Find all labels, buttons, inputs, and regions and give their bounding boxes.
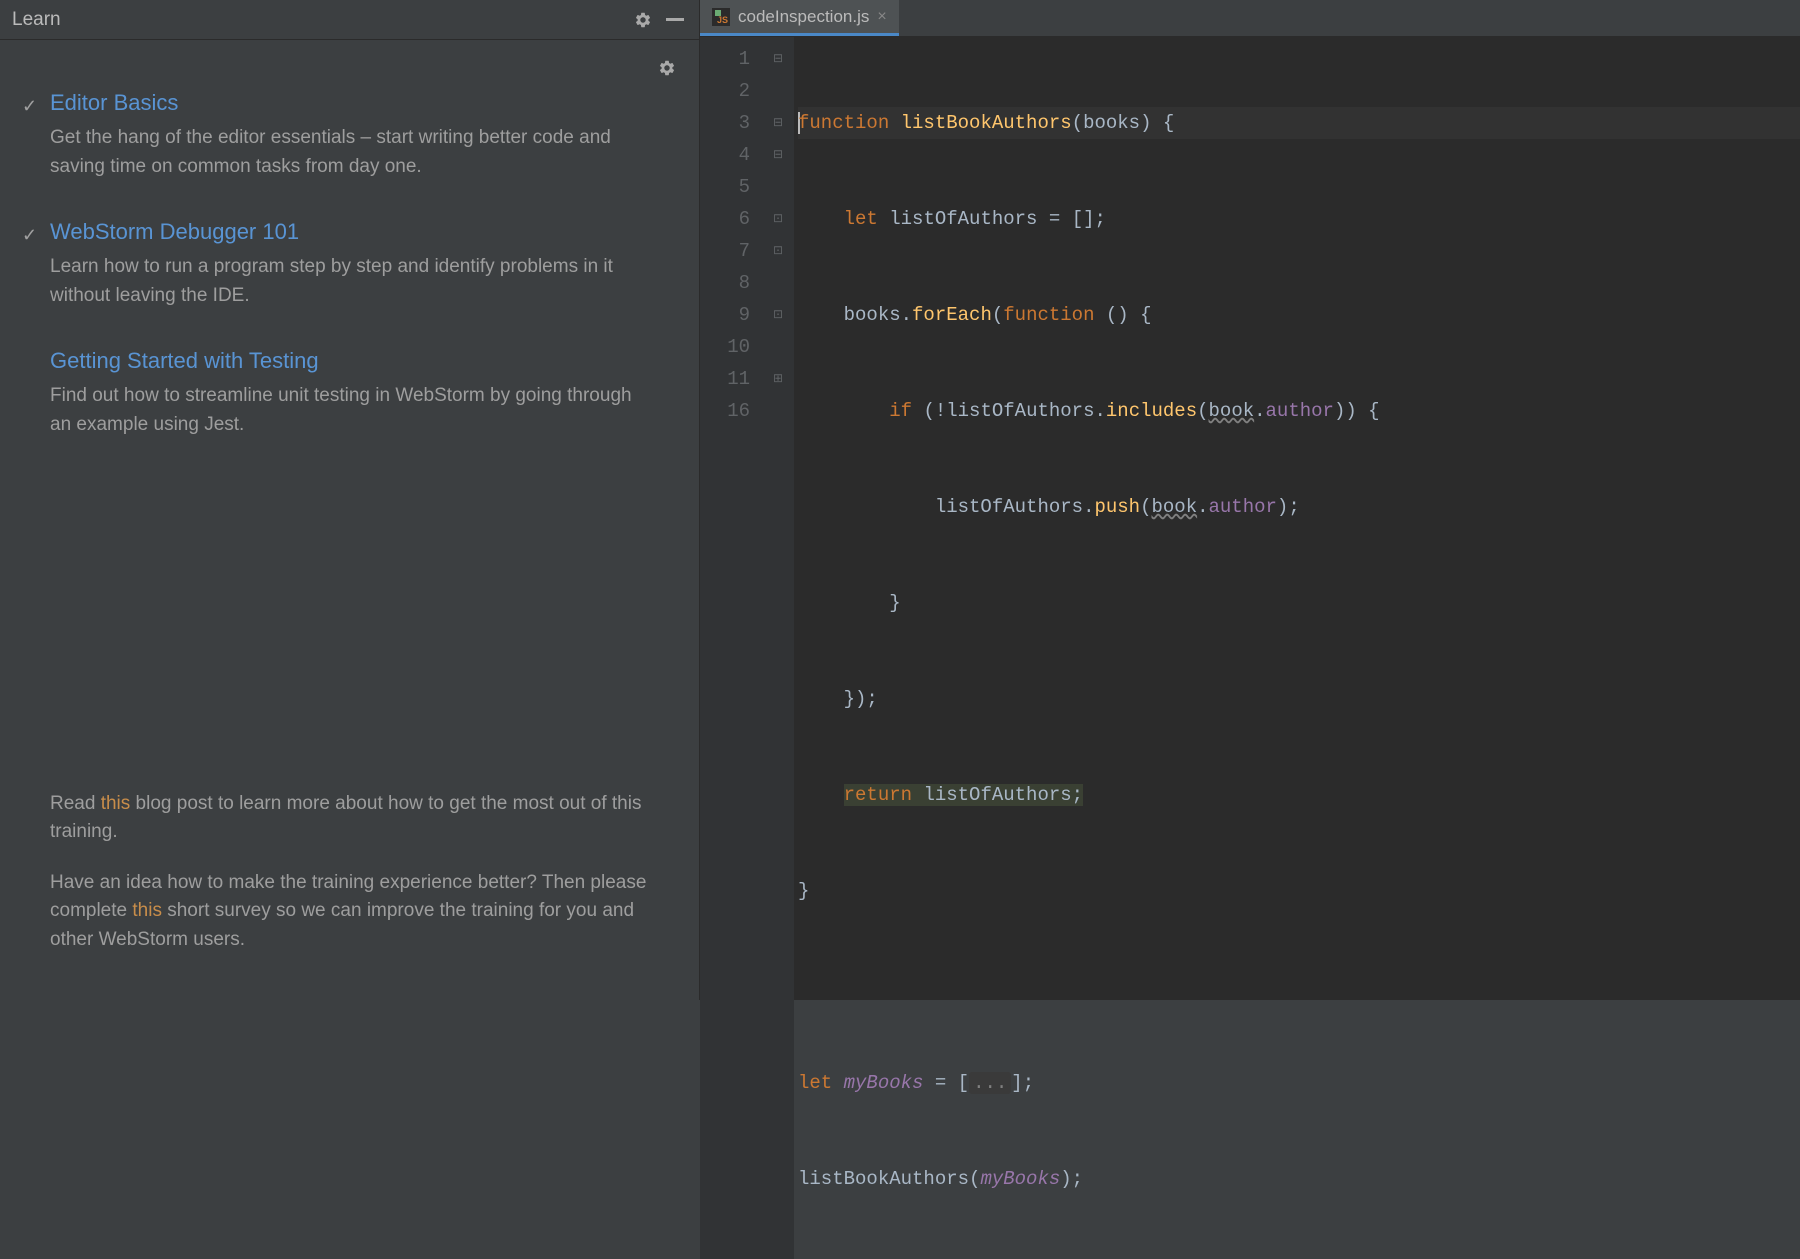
- gutter: 1 2 3 4 5 6 7 8 9 10 11 16 ⊟ ⊟ ⊟ ⊡ ⊡: [700, 37, 794, 1259]
- code-line: listOfAuthors.push(book.author);: [798, 491, 1800, 523]
- editor-tab[interactable]: JS codeInspection.js ×: [700, 0, 899, 36]
- settings-icon[interactable]: [631, 8, 655, 32]
- fold-marker-icon[interactable]: ⊟: [770, 43, 786, 75]
- code-line: let listOfAuthors = [];: [798, 203, 1800, 235]
- fold-marker-icon[interactable]: ⊟: [770, 139, 786, 171]
- line-number: 3: [700, 107, 770, 139]
- line-number: 1: [700, 43, 770, 75]
- footer-para-1: Read this blog post to learn more about …: [50, 790, 649, 847]
- code-line: return listOfAuthors;: [798, 779, 1800, 811]
- code-line: }: [798, 587, 1800, 619]
- editor-tab-bar: JS codeInspection.js ×: [700, 0, 1800, 37]
- lesson-description: Find out how to streamline unit testing …: [50, 382, 649, 439]
- learn-header: Learn: [0, 0, 699, 40]
- code-line: listBookAuthors(myBooks);: [798, 1163, 1800, 1195]
- checkmark-icon: ✓: [22, 225, 37, 246]
- code-line: if (!listOfAuthors.includes(book.author)…: [798, 395, 1800, 427]
- lesson-item: ✓ Editor Basics Get the hang of the edit…: [50, 90, 649, 181]
- editor-area: JS codeInspection.js × 1 2 3 4 5 6 7 8 9…: [700, 0, 1800, 1000]
- line-number: 6: [700, 203, 770, 235]
- lesson-title-link[interactable]: WebStorm Debugger 101: [50, 219, 649, 245]
- line-number: 10: [700, 331, 770, 363]
- secondary-toolbar: [0, 40, 699, 80]
- line-number: 4: [700, 139, 770, 171]
- fold-expand-icon[interactable]: ⊞: [770, 363, 786, 395]
- lesson-title-link[interactable]: Getting Started with Testing: [50, 348, 649, 374]
- code-line: let myBooks = [...];: [798, 1067, 1800, 1099]
- code-line: books.forEach(function () {: [798, 299, 1800, 331]
- lesson-description: Learn how to run a program step by step …: [50, 253, 649, 310]
- line-number: 7: [700, 235, 770, 267]
- fold-end-icon[interactable]: ⊡: [770, 203, 786, 235]
- lesson-list: ✓ Editor Basics Get the hang of the edit…: [0, 80, 699, 477]
- checkmark-icon: ✓: [22, 96, 37, 117]
- learn-footer: Read this blog post to learn more about …: [0, 620, 699, 1001]
- line-number: 2: [700, 75, 770, 107]
- fold-end-icon[interactable]: ⊡: [770, 299, 786, 331]
- learn-title: Learn: [12, 9, 623, 31]
- code-line: });: [798, 683, 1800, 715]
- fold-marker-icon[interactable]: ⊟: [770, 107, 786, 139]
- panel-settings-icon[interactable]: [655, 56, 679, 80]
- line-number: 11: [700, 363, 770, 395]
- line-number: 8: [700, 267, 770, 299]
- line-number: 9: [700, 299, 770, 331]
- survey-link[interactable]: this: [132, 900, 162, 921]
- line-numbers: 1 2 3 4 5 6 7 8 9 10 11 16: [700, 43, 770, 1259]
- js-file-icon: JS: [712, 8, 730, 26]
- fold-end-icon[interactable]: ⊡: [770, 235, 786, 267]
- lesson-item: ✓ WebStorm Debugger 101 Learn how to run…: [50, 219, 649, 310]
- line-number: 16: [700, 395, 770, 427]
- line-number: 5: [700, 171, 770, 203]
- code-editor[interactable]: 1 2 3 4 5 6 7 8 9 10 11 16 ⊟ ⊟ ⊟ ⊡ ⊡: [700, 37, 1800, 1259]
- footer-para-2: Have an idea how to make the training ex…: [50, 869, 649, 955]
- learn-tool-window: Learn ✓ Editor Basics Get the hang of th…: [0, 0, 700, 1000]
- blog-link[interactable]: this: [101, 793, 131, 814]
- code-content[interactable]: function listBookAuthors(books) { let li…: [794, 37, 1800, 1259]
- lesson-description: Get the hang of the editor essentials – …: [50, 124, 649, 181]
- lesson-item: Getting Started with Testing Find out ho…: [50, 348, 649, 439]
- fold-column: ⊟ ⊟ ⊟ ⊡ ⊡ ⊡ ⊞: [770, 43, 786, 1259]
- minimize-icon[interactable]: [663, 8, 687, 32]
- tab-filename: codeInspection.js: [738, 7, 869, 27]
- code-line: [798, 971, 1800, 1003]
- code-line: function listBookAuthors(books) {: [798, 107, 1800, 139]
- lesson-title-link[interactable]: Editor Basics: [50, 90, 649, 116]
- code-line: }: [798, 875, 1800, 907]
- close-tab-icon[interactable]: ×: [877, 8, 886, 26]
